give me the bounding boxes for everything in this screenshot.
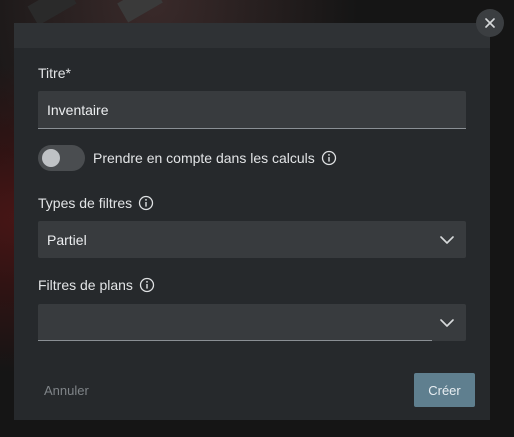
chevron-down-icon	[440, 318, 454, 327]
chevron-down-icon	[440, 235, 454, 244]
toggle-label-text: Prendre en compte dans les calculs	[93, 150, 315, 166]
filter-type-label-text: Types de filtres	[38, 195, 133, 211]
filter-type-label: Types de filtres	[38, 193, 154, 213]
plan-filters-label-text: Filtres de plans	[38, 277, 133, 293]
cancel-button[interactable]: Annuler	[36, 373, 97, 407]
background-shape	[27, 0, 77, 26]
background-shape	[117, 0, 163, 23]
toggle-label: Prendre en compte dans les calculs	[93, 148, 337, 168]
filter-type-select[interactable]: Partiel	[38, 221, 466, 258]
create-button[interactable]: Créer	[414, 373, 475, 407]
title-label-text: Titre*	[38, 65, 71, 81]
title-input[interactable]: Inventaire	[38, 91, 466, 129]
info-icon[interactable]	[138, 195, 154, 211]
toggle-knob	[42, 149, 60, 167]
close-button[interactable]	[476, 9, 504, 37]
close-icon	[485, 18, 495, 28]
title-field-label: Titre*	[38, 64, 71, 82]
title-input-underline	[38, 128, 466, 129]
create-filter-dialog: Titre* Inventaire Prendre en compte dans…	[14, 23, 490, 420]
plan-filters-select[interactable]	[38, 304, 466, 341]
info-icon[interactable]	[321, 150, 337, 166]
info-icon[interactable]	[139, 277, 155, 293]
dialog-header	[14, 23, 490, 48]
plan-filters-underline	[38, 340, 432, 341]
filter-type-selected-value: Partiel	[47, 231, 87, 248]
plan-filters-label: Filtres de plans	[38, 275, 155, 295]
include-in-calculations-toggle[interactable]	[38, 145, 85, 171]
title-input-value: Inventaire	[47, 102, 109, 118]
